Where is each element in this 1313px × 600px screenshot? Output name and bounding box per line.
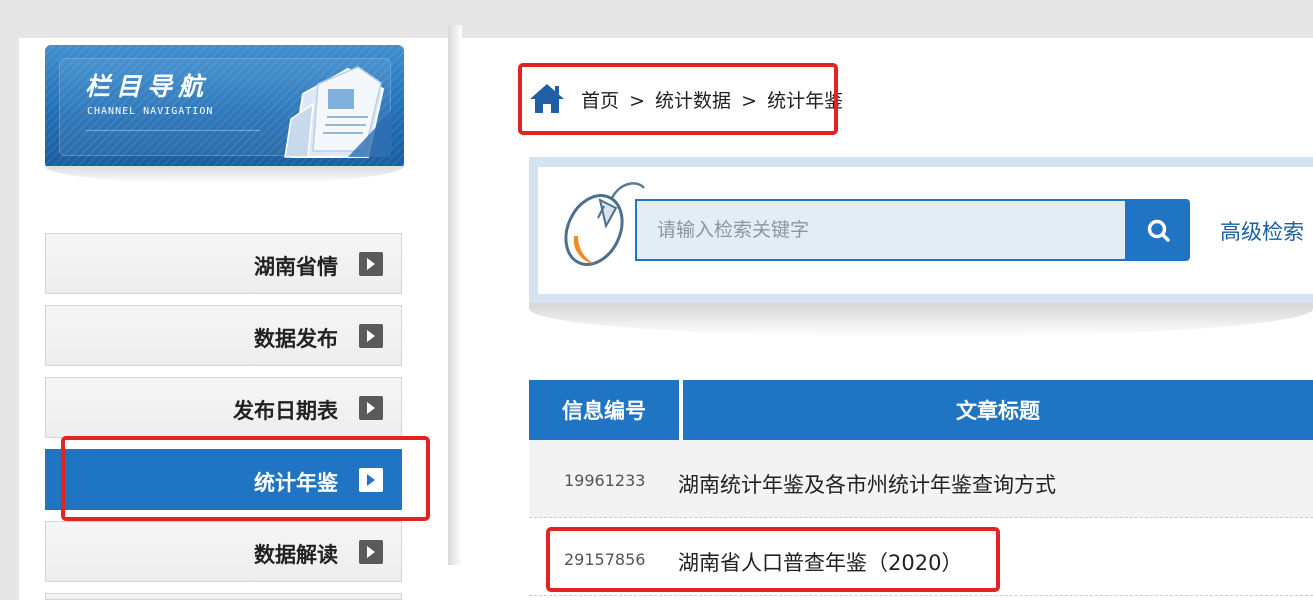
breadcrumb: 首页 > 统计数据 > 统计年鉴 [581,86,843,113]
arrow-right-icon [359,252,383,276]
sidebar-item-label: 数据发布 [254,327,338,351]
divider-shadow [448,25,462,565]
sidebar-item-hunan-overview[interactable]: 湖南省情 [45,233,402,294]
sidebar-item-label: 统计年鉴 [254,471,338,495]
banner-divider [85,130,260,131]
search-button[interactable] [1125,199,1190,261]
search-icon [1147,219,1170,242]
advanced-search-link[interactable]: 高级检索 [1220,216,1304,246]
sidebar-item-data-release[interactable]: 数据发布 [45,305,402,366]
breadcrumb-separator: > [741,90,758,112]
row-article-title[interactable]: 湖南省人口普查年鉴（2020） [678,547,962,577]
document-icon [284,66,393,158]
sidebar-item-release-calendar[interactable]: 发布日期表 [45,377,402,438]
row-info-id: 19961233 [564,471,646,490]
table-row[interactable]: 29157856 湖南省人口普查年鉴（2020） [529,526,1313,596]
sidebar-item-label: 数据解读 [254,543,338,567]
arrow-right-icon [359,540,383,564]
sidebar-item-data-interpretation[interactable]: 数据解读 [45,521,402,582]
sidebar-item-partial[interactable] [45,593,402,600]
search-input[interactable] [637,201,1125,259]
sidebar-item-statistical-yearbook[interactable]: 统计年鉴 [45,449,402,510]
table-row[interactable]: 19961233 湖南统计年鉴及各市州统计年鉴查询方式 [529,440,1313,518]
arrow-right-icon [359,324,383,348]
sidebar-item-label: 发布日期表 [233,399,338,423]
column-header-info-id: 信息编号 [529,380,679,440]
home-icon[interactable] [528,82,566,114]
breadcrumb-home[interactable]: 首页 [581,90,619,112]
arrow-right-icon [359,396,383,420]
banner-title-cn: 栏目导航 [85,72,210,101]
arrow-right-icon [359,468,383,492]
banner-title-en: CHANNEL NAVIGATION [87,106,214,117]
row-article-title[interactable]: 湖南统计年鉴及各市州统计年鉴查询方式 [678,469,1056,499]
breadcrumb-statistics-data[interactable]: 统计数据 [655,90,731,112]
row-info-id: 29157856 [564,550,646,569]
column-header-article-title: 文章标题 [683,380,1313,440]
channel-navigation-banner: 栏目导航 CHANNEL NAVIGATION [45,45,404,166]
breadcrumb-separator: > [629,90,645,112]
search-box [635,199,1127,261]
breadcrumb-current[interactable]: 统计年鉴 [767,90,843,112]
sidebar-item-label: 湖南省情 [254,255,338,279]
